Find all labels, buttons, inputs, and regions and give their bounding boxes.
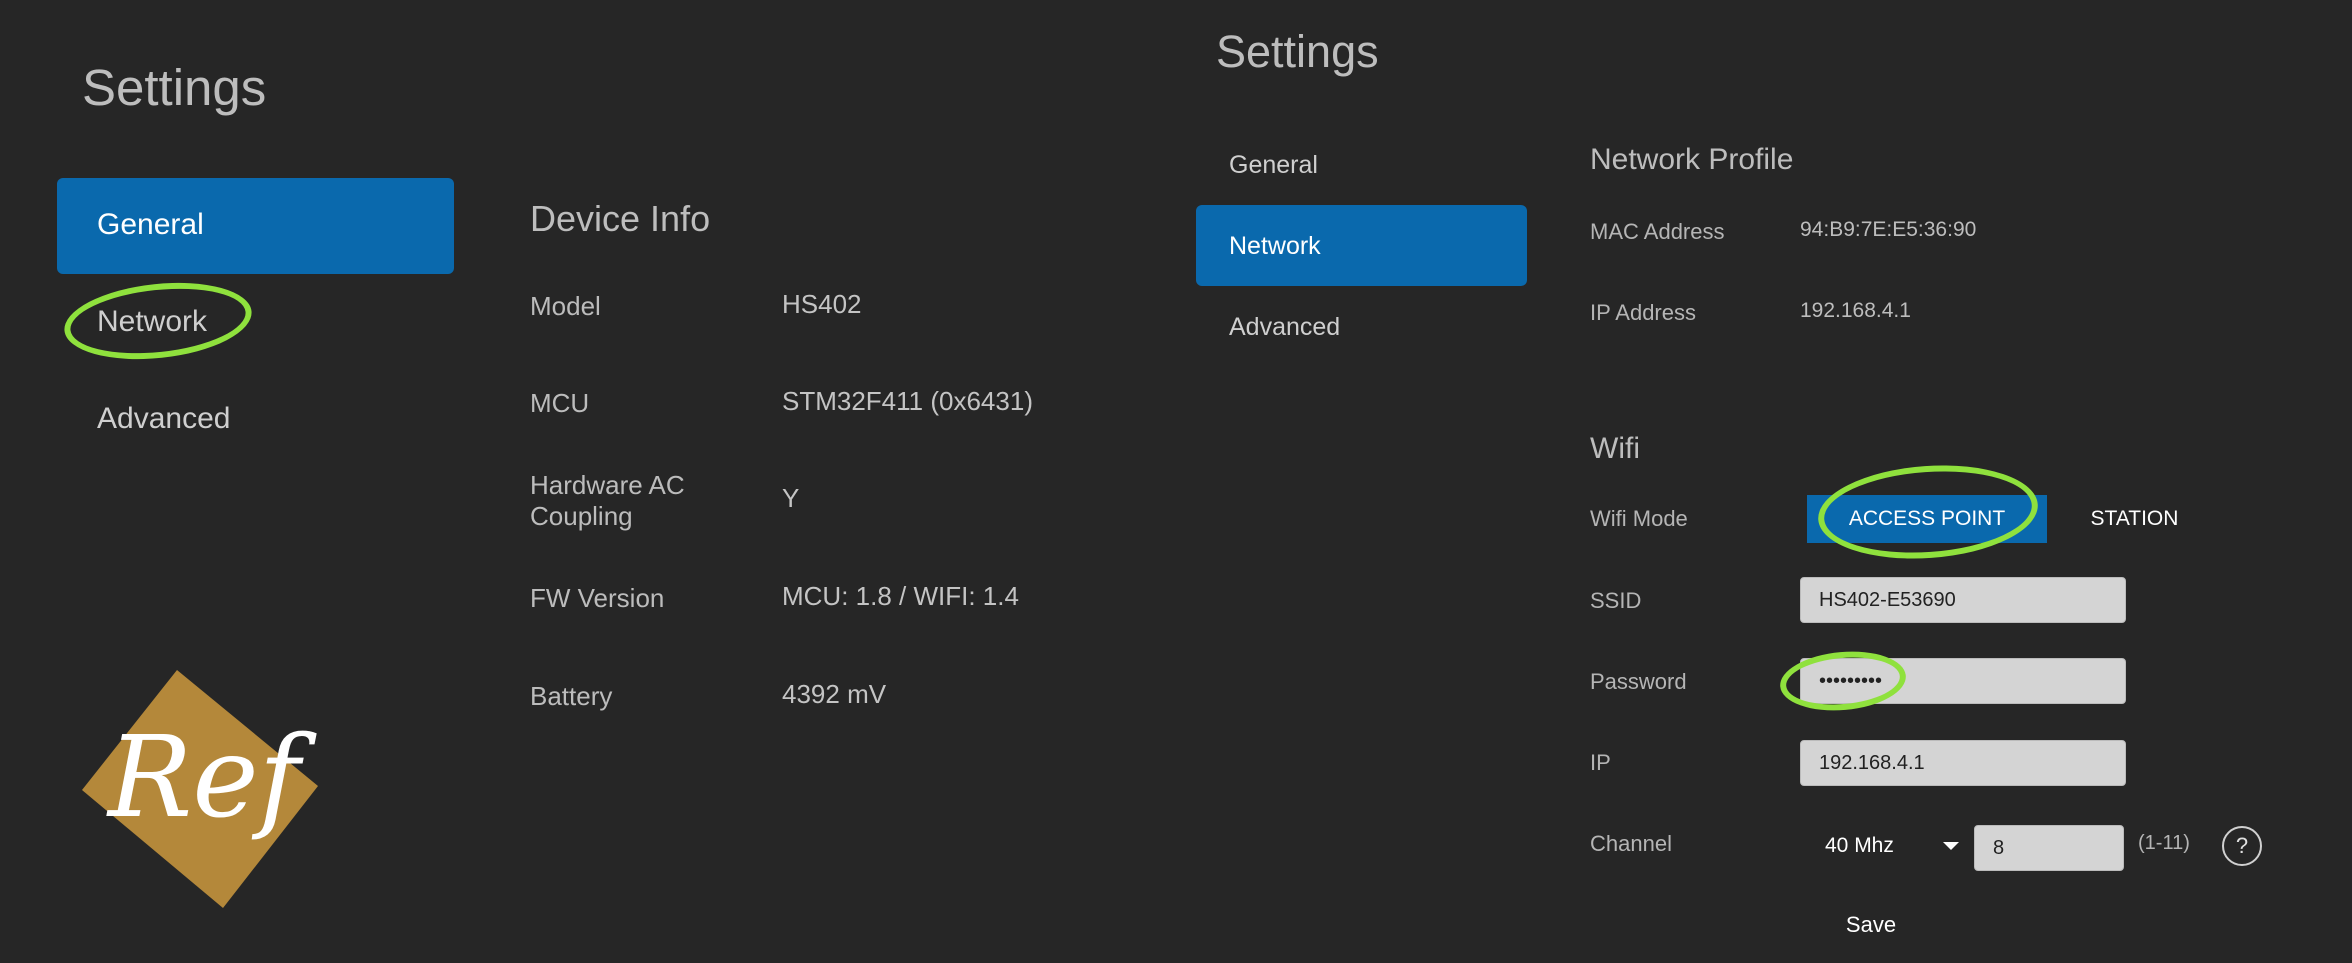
page-title: Settings — [1216, 26, 1379, 77]
ip-label: IP — [1590, 750, 1611, 775]
access-point-button[interactable]: ACCESS POINT — [1807, 495, 2047, 543]
wifi-title: Wifi — [1590, 432, 1640, 465]
network-profile-title: Network Profile — [1590, 143, 1794, 176]
mac-address-label: MAC Address — [1590, 219, 1725, 244]
ssid-label: SSID — [1590, 588, 1642, 613]
info-value-model: HS402 — [782, 289, 862, 319]
nav-advanced-label: Advanced — [1229, 313, 1341, 341]
password-label: Password — [1590, 669, 1687, 694]
nav-general[interactable]: General — [1196, 124, 1527, 205]
page-title: Settings — [82, 59, 267, 116]
help-icon[interactable]: ? — [2222, 826, 2262, 866]
ip-address-value: 192.168.4.1 — [1800, 299, 1911, 322]
info-value-battery: 4392 mV — [782, 679, 887, 709]
info-value-fw-version: MCU: 1.8 / WIFI: 1.4 — [782, 581, 1019, 611]
nav-general-label: General — [1229, 151, 1318, 179]
save-button-label: Save — [1845, 912, 1897, 937]
channel-label: Channel — [1590, 831, 1672, 856]
station-button[interactable]: STATION — [2057, 495, 2212, 543]
ref-logo: Ref — [80, 668, 320, 910]
ssid-input-value: HS402-E53690 — [1819, 588, 1956, 611]
mac-address-value: 94:B9:7E:E5:36:90 — [1800, 218, 1977, 241]
wifi-mode-label: Wifi Mode — [1590, 506, 1688, 531]
device-info-title: Device Info — [530, 198, 711, 239]
info-value-mcu: STM32F411 (0x6431) — [782, 386, 1033, 416]
nav-general[interactable]: General — [57, 178, 454, 274]
nav-advanced[interactable]: Advanced — [57, 372, 454, 468]
ssid-input[interactable]: HS402-E53690 — [1800, 577, 2126, 623]
nav-advanced[interactable]: Advanced — [1196, 286, 1527, 367]
password-input-value: ••••••••• — [1819, 669, 1883, 692]
bandwidth-select[interactable]: 40 Mhz — [1812, 822, 1968, 870]
info-label-fw-version: FW Version — [530, 583, 665, 613]
channel-range-hint: (1-11) — [2138, 832, 2190, 854]
nav-network-label: Network — [1229, 232, 1321, 260]
nav-advanced-label: Advanced — [97, 402, 231, 435]
station-label: STATION — [2090, 507, 2179, 530]
help-icon-glyph: ? — [2235, 833, 2249, 858]
info-label-mcu: MCU — [530, 388, 590, 418]
ip-address-label: IP Address — [1590, 300, 1696, 325]
chevron-down-icon — [1943, 842, 1959, 850]
channel-input[interactable]: 8 — [1974, 825, 2124, 871]
info-label-ac-coupling: Hardware AC Coupling — [530, 470, 685, 531]
save-button[interactable]: Save — [1826, 908, 1916, 942]
info-value-ac-coupling: Y — [782, 483, 800, 513]
nav-network[interactable]: Network — [1196, 205, 1527, 286]
info-label-model: Model — [530, 291, 601, 321]
nav-network[interactable]: Network — [57, 275, 454, 371]
nav-general-label: General — [97, 208, 204, 241]
password-input[interactable]: ••••••••• — [1800, 658, 2126, 704]
bandwidth-select-value: 40 Mhz — [1825, 834, 1894, 857]
ip-input-value: 192.168.4.1 — [1819, 751, 1925, 774]
ip-input[interactable]: 192.168.4.1 — [1800, 740, 2126, 786]
access-point-label: ACCESS POINT — [1848, 507, 2006, 530]
info-label-battery: Battery — [530, 681, 613, 711]
nav-network-label: Network — [97, 305, 208, 338]
ref-logo-text: Ref — [108, 713, 301, 843]
channel-input-value: 8 — [1993, 836, 2005, 859]
